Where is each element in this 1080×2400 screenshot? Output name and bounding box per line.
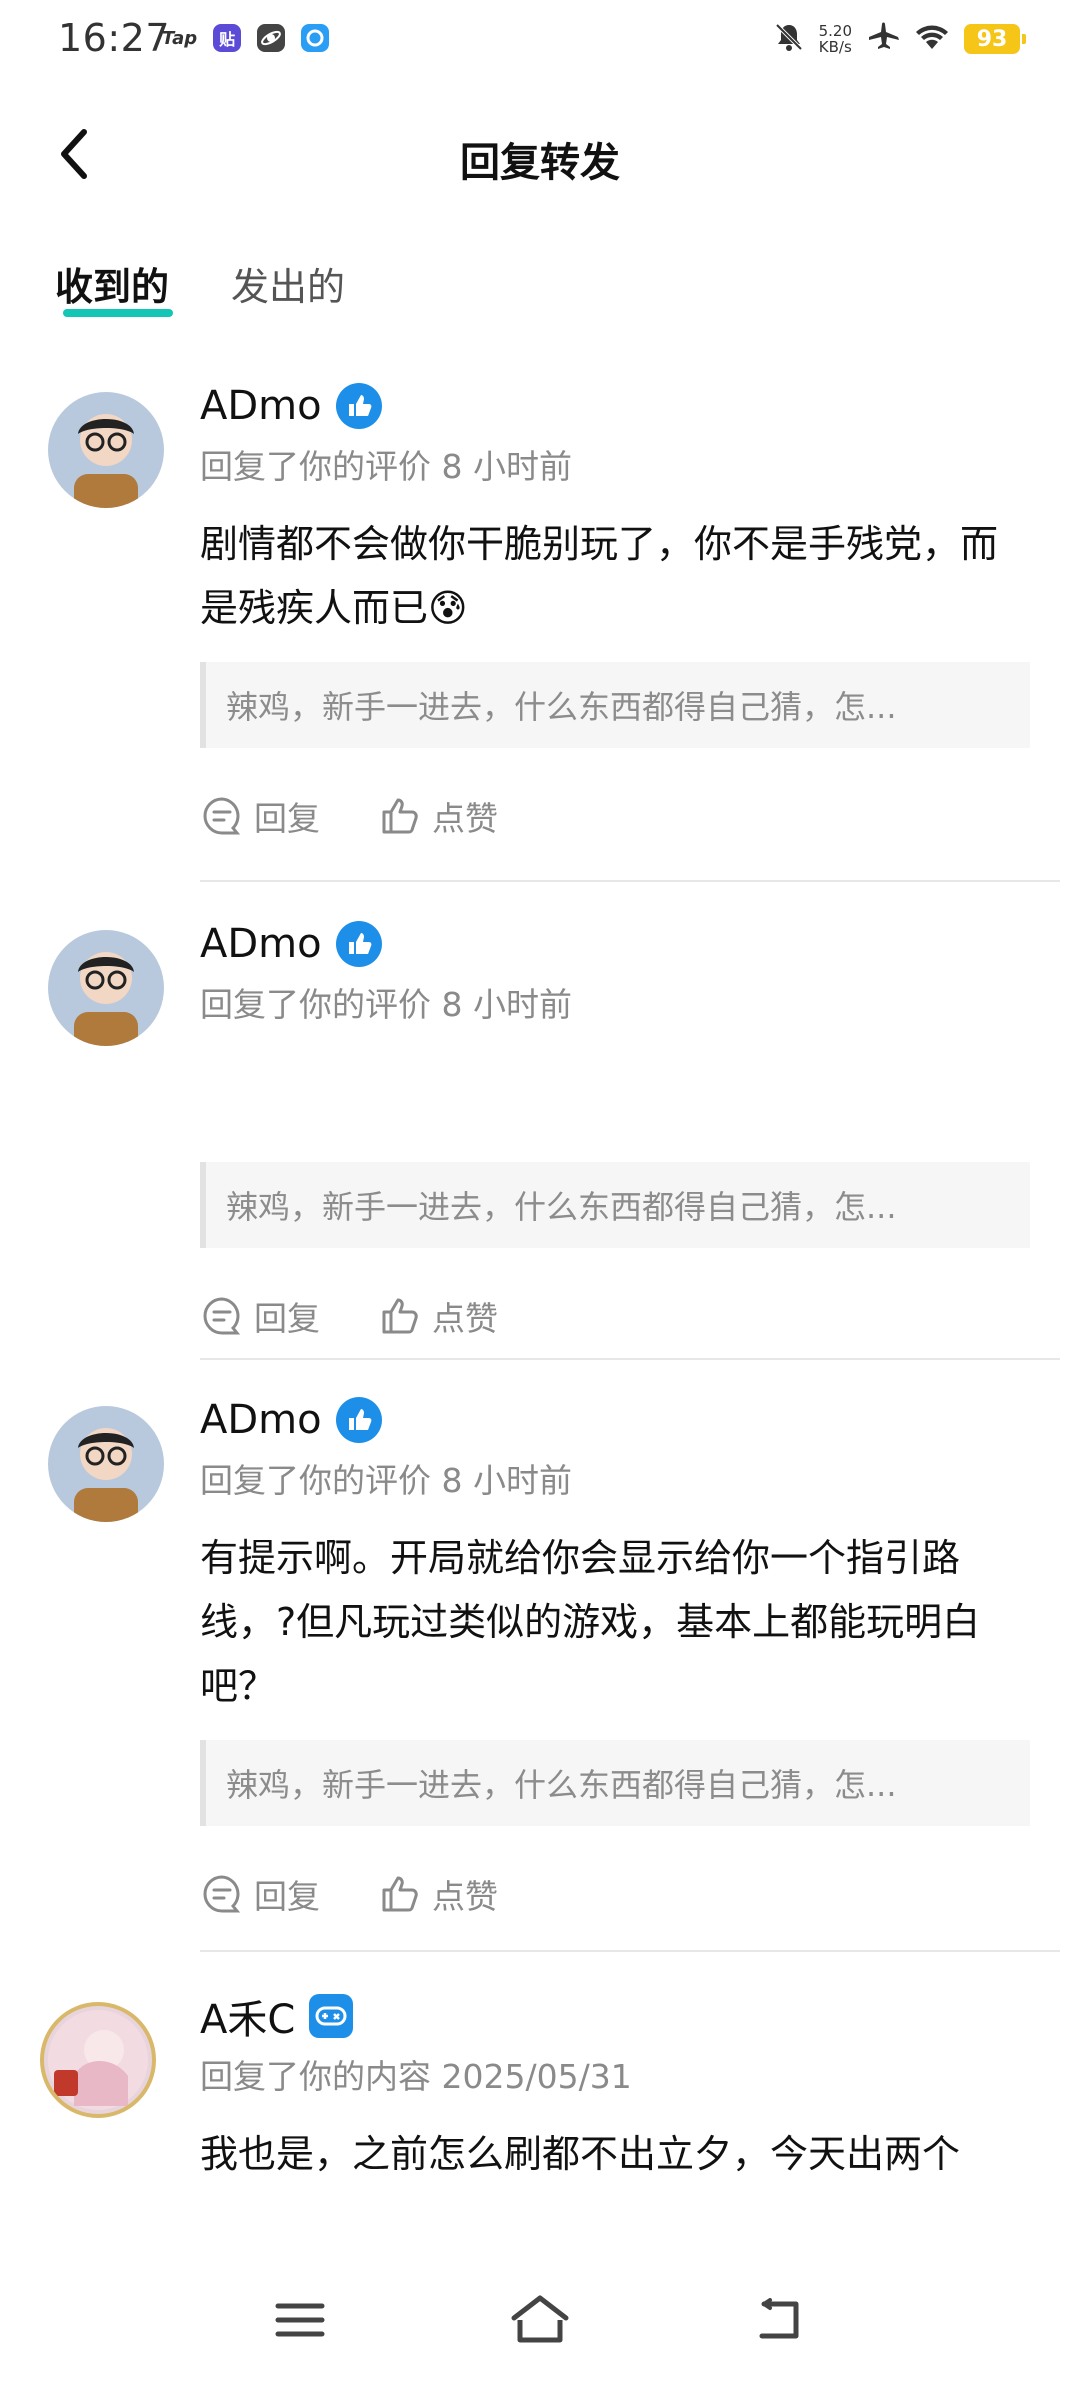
thumbs-up-badge-icon [335, 1397, 382, 1443]
system-nav-bar [0, 2240, 1080, 2400]
menu-button[interactable] [252, 2272, 348, 2368]
reply-button[interactable]: 回复 [200, 1292, 320, 1340]
active-tab-indicator [63, 309, 173, 317]
reply-text[interactable]: 剧情都不会做你干脆别玩了，你不是手残党，而是残疾人而已😰 [200, 512, 1030, 640]
reply-content: ADmo 回复了你的评价 8 小时前 辣鸡，新手一进去，什么东西都得自己猜，怎.… [200, 914, 1060, 1346]
name-row: ADmo [200, 914, 1060, 974]
username[interactable]: ADmo [200, 921, 322, 967]
thumbs-up-icon [382, 1876, 418, 1912]
tab-received-label: 收到的 [55, 265, 170, 309]
browser-app-icon [301, 24, 330, 52]
quoted-review[interactable]: 辣鸡，新手一进去，什么东西都得自己猜，怎... [200, 662, 1030, 748]
tab-bar: 收到的 发出的 [55, 256, 345, 317]
thumbs-up-badge-icon [335, 383, 382, 429]
status-app-icons: Tap 贴 [162, 24, 330, 52]
net-speed: 5.20 KB/s [819, 23, 852, 55]
divider [200, 880, 1060, 882]
home-icon [511, 2295, 569, 2343]
page-title: 回复转发 [460, 140, 620, 186]
home-button[interactable] [492, 2272, 588, 2368]
like-button-label: 点赞 [432, 799, 498, 838]
reply-button-label: 回复 [254, 799, 320, 838]
username[interactable]: ADmo [200, 1397, 322, 1443]
planet-app-icon [257, 24, 286, 52]
like-button-label: 点赞 [432, 1877, 498, 1916]
tieba-app-icon: 贴 [213, 24, 242, 52]
reply-actions: 回复 点赞 [200, 1864, 1060, 1924]
comment-icon [203, 797, 241, 835]
avatar[interactable] [48, 930, 164, 1046]
menu-icon [275, 2303, 325, 2337]
divider [200, 1950, 1060, 1952]
reply-content: ADmo 回复了你的评价 8 小时前 有提示啊。开局就给你会显示给你一个指引路线… [200, 1390, 1060, 1924]
tab-received[interactable]: 收到的 [55, 256, 173, 317]
reply-actions: 回复 点赞 [200, 1286, 1060, 1346]
reply-button[interactable]: 回复 [200, 1870, 320, 1918]
reply-text[interactable]: 我也是，之前怎么刷都不出立夕，今天出两个 [200, 2122, 1030, 2186]
avatar[interactable] [48, 392, 164, 508]
reply-actions: 回复 点赞 [200, 786, 1060, 846]
divider [200, 1358, 1060, 1360]
system-back-button[interactable] [732, 2272, 828, 2368]
thumbs-up-icon [382, 1298, 418, 1334]
like-button[interactable]: 点赞 [378, 1292, 498, 1340]
quoted-review[interactable]: 辣鸡，新手一进去，什么东西都得自己猜，怎... [200, 1162, 1030, 1248]
reply-meta: 回复了你的评价 8 小时前 [200, 447, 572, 486]
avatar[interactable] [48, 1406, 164, 1522]
tab-sent-label: 发出的 [231, 265, 346, 309]
name-row: ADmo [200, 376, 1060, 436]
battery-indicator: 93 [964, 24, 1026, 54]
bell-muted-icon [773, 21, 805, 57]
thumbs-up-badge-icon [335, 921, 382, 967]
reply-meta: 回复了你的评价 8 小时前 [200, 1461, 572, 1500]
quoted-review[interactable]: 辣鸡，新手一进去，什么东西都得自己猜，怎... [200, 1740, 1030, 1826]
page-header: 回复转发 [0, 100, 1080, 210]
thumbs-up-icon [382, 798, 418, 834]
net-speed-unit: KB/s [818, 38, 852, 56]
wifi-icon [914, 22, 950, 56]
reply-meta: 回复了你的内容 2025/05/31 [200, 2057, 632, 2096]
status-bar: 16:27 Tap 贴 5.20 KB/s 93 [0, 0, 1080, 84]
tab-sent[interactable]: 发出的 [231, 256, 345, 311]
reply-button[interactable]: 回复 [200, 792, 320, 840]
reply-content: A禾C 回复了你的内容 2025/05/31 我也是，之前怎么刷都不出立夕，今天… [200, 1986, 1060, 2186]
back-return-icon [759, 2298, 799, 2339]
tap-app-icon: Tap [162, 27, 198, 49]
reply-meta: 回复了你的评价 8 小时前 [200, 985, 572, 1024]
like-button[interactable]: 点赞 [378, 792, 498, 840]
gamepad-badge-icon [309, 1994, 354, 2038]
like-button-label: 点赞 [432, 1299, 498, 1338]
reply-text[interactable] [200, 1050, 1030, 1140]
username[interactable]: ADmo [200, 383, 322, 429]
name-row: ADmo [200, 1390, 1060, 1450]
status-right: 5.20 KB/s 93 [773, 20, 1026, 58]
like-button[interactable]: 点赞 [378, 1870, 498, 1918]
name-row: A禾C [200, 1986, 1060, 2046]
reply-forward-screen: 16:27 Tap 贴 5.20 KB/s 93 回复转发 收到的 发出的 AD… [0, 0, 1080, 2400]
username[interactable]: A禾C [200, 1987, 295, 2045]
reply-content: ADmo 回复了你的评价 8 小时前 剧情都不会做你干脆别玩了，你不是手残党，而… [200, 376, 1060, 846]
reply-button-label: 回复 [254, 1299, 320, 1338]
airplane-icon [866, 20, 900, 58]
reply-text[interactable]: 有提示啊。开局就给你会显示给你一个指引路线，?但凡玩过类似的游戏，基本上都能玩明… [200, 1526, 1030, 1718]
status-time: 16:27 [58, 16, 171, 60]
avatar[interactable] [40, 2002, 156, 2118]
comment-icon [203, 1297, 241, 1335]
reply-button-label: 回复 [254, 1877, 320, 1916]
comment-icon [203, 1875, 241, 1913]
